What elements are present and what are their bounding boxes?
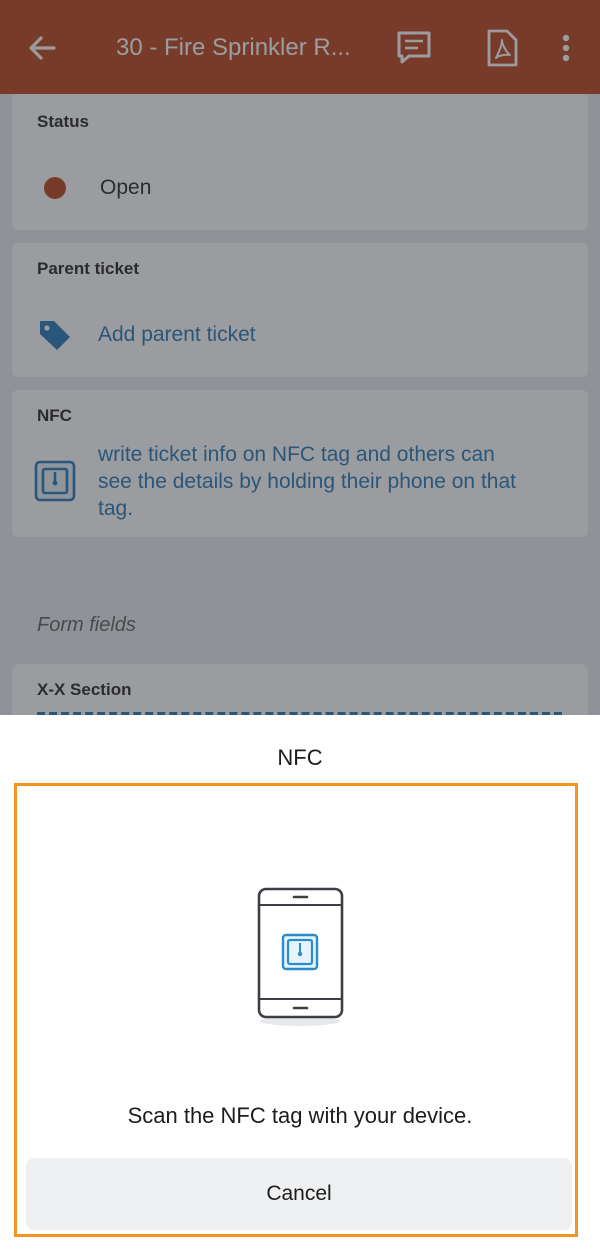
sheet-title: NFC [277,745,323,770]
nfc-bottom-sheet: NFC Scan the NFC tag with your device. C… [0,715,600,1255]
modal-backdrop[interactable] [0,0,600,715]
cancel-button[interactable]: Cancel [26,1158,572,1230]
phone-nfc-icon [257,887,344,1026]
scan-instruction: Scan the NFC tag with your device. [127,1103,473,1128]
